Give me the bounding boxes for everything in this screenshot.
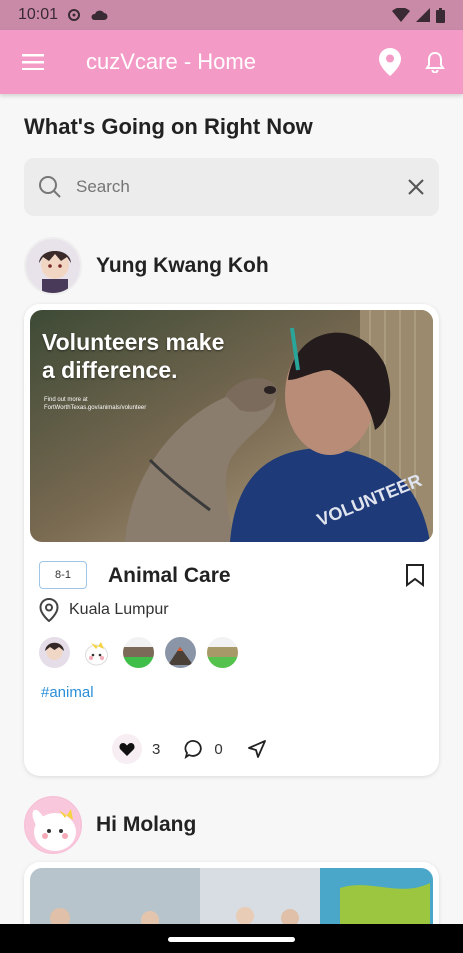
- heart-icon: [119, 743, 135, 756]
- signal-icon: [416, 8, 430, 22]
- participant-avatar[interactable]: [123, 637, 154, 668]
- notification-bell-icon[interactable]: [425, 51, 445, 73]
- event-date-badge: 8-1: [39, 561, 87, 589]
- location-pin-outline-icon: [39, 598, 59, 622]
- image-fine-print: Find out more at FortWorthTexas.gov/anim…: [44, 397, 147, 411]
- location-pin-icon[interactable]: [379, 48, 401, 76]
- wifi-icon: [392, 8, 410, 22]
- system-navigation-bar: [0, 924, 463, 953]
- like-button[interactable]: [112, 734, 142, 764]
- section-heading: What's Going on Right Now: [24, 114, 313, 139]
- author-name[interactable]: Hi Molang: [96, 813, 196, 837]
- search-icon: [39, 176, 61, 198]
- share-send-icon[interactable]: [247, 739, 267, 759]
- post-image[interactable]: [30, 868, 433, 924]
- participant-avatars: [39, 637, 238, 668]
- app-bar: cuzVcare - Home: [0, 30, 463, 94]
- battery-icon: [436, 7, 445, 23]
- image-headline: Volunteers make a difference.: [42, 329, 225, 383]
- search-bar[interactable]: [24, 158, 439, 216]
- cloud-icon: [91, 10, 108, 20]
- post-author[interactable]: Hi Molang: [24, 796, 196, 854]
- app-title: cuzVcare - Home: [86, 49, 256, 74]
- post-actions: 3 0: [112, 734, 267, 764]
- participant-avatar[interactable]: [207, 637, 238, 668]
- home-gesture-handle[interactable]: [168, 937, 295, 942]
- post-title[interactable]: Animal Care: [108, 564, 231, 588]
- like-count: 3: [152, 740, 161, 758]
- participant-avatar[interactable]: [165, 637, 196, 668]
- clear-search-icon[interactable]: [407, 178, 425, 196]
- location-text: Kuala Lumpur: [69, 601, 169, 618]
- menu-button[interactable]: [0, 30, 66, 94]
- participant-avatar[interactable]: [39, 637, 70, 668]
- avatar[interactable]: [24, 237, 82, 295]
- post-location: Kuala Lumpur: [39, 598, 169, 622]
- settings-gear-icon: [68, 9, 81, 21]
- post-tag[interactable]: #animal: [41, 684, 94, 701]
- main-content: What's Going on Right Now Yung Kwang Koh: [0, 94, 463, 924]
- comment-count: 0: [214, 740, 223, 758]
- author-name[interactable]: Yung Kwang Koh: [96, 254, 269, 278]
- status-bar: 10:01: [0, 0, 463, 30]
- post-author[interactable]: Yung Kwang Koh: [24, 237, 269, 295]
- post-image[interactable]: VOLUNTEER Volunteers make a difference. …: [30, 310, 433, 542]
- bookmark-icon[interactable]: [405, 563, 425, 587]
- comment-icon[interactable]: [184, 739, 204, 759]
- post-card[interactable]: [24, 862, 439, 924]
- avatar[interactable]: [24, 796, 82, 854]
- participant-avatar[interactable]: [81, 637, 112, 668]
- post-card[interactable]: VOLUNTEER Volunteers make a difference. …: [24, 304, 439, 776]
- hamburger-menu-icon: [22, 54, 44, 70]
- status-time: 10:01: [18, 6, 59, 23]
- search-input[interactable]: [76, 177, 407, 197]
